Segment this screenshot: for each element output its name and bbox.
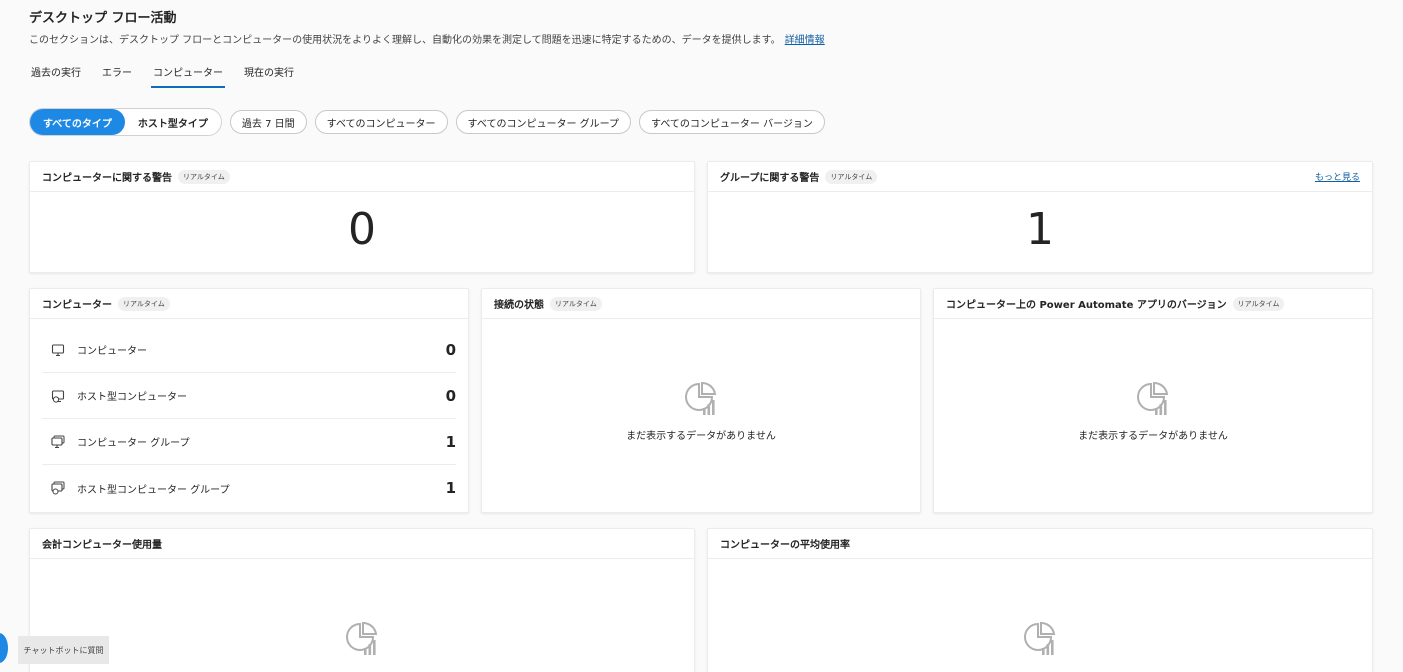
row-value: 0 (445, 340, 456, 359)
list-item: コンピューター 0 (42, 327, 456, 373)
card-header: コンピューター リアルタイム (30, 289, 468, 319)
card-header: グループに関する警告 リアルタイム もっと見る (708, 162, 1372, 192)
description-text: このセクションは、デスクトップ フローとコンピューターの使用状況をよりよく理解し… (29, 35, 781, 46)
empty-state (708, 621, 1372, 661)
tab-computers[interactable]: コンピューター (151, 62, 225, 88)
groups-filter[interactable]: すべてのコンピューター グループ (455, 110, 632, 134)
empty-state: まだ表示するデータがありません (482, 381, 920, 442)
monitor-icon (51, 343, 65, 357)
card-title: コンピューター (42, 300, 112, 311)
see-more-link[interactable]: もっと見る (1315, 170, 1360, 183)
computer-alerts-count: 0 (348, 204, 376, 255)
list-item: ホスト型コンピューター 0 (42, 373, 456, 419)
empty-chart-icon (344, 621, 380, 661)
group-alerts-count: 1 (1026, 204, 1054, 255)
computers-card: コンピューター リアルタイム コンピューター 0 ホスト型コンピューター 0 コ… (29, 288, 469, 513)
computer-stats-list: コンピューター 0 ホスト型コンピューター 0 コンピューター グループ 1 ホ… (42, 327, 456, 511)
card-title: コンピューター上の Power Automate アプリのバージョン (946, 300, 1227, 311)
average-usage-card: コンピューターの平均使用率 (707, 528, 1373, 672)
period-filter[interactable]: 過去 7 日間 (229, 110, 307, 134)
row-value: 0 (445, 386, 456, 405)
versions-filter[interactable]: すべてのコンピューター バージョン (639, 110, 825, 134)
page-description: このセクションは、デスクトップ フローとコンピューターの使用状況をよりよく理解し… (29, 31, 825, 46)
row-value: 1 (445, 432, 456, 451)
row-value: 1 (445, 479, 456, 497)
empty-chart-icon (1135, 381, 1171, 421)
monitor-group-icon (51, 435, 65, 449)
chatbot-button[interactable]: チャットボットに質問 (18, 636, 109, 664)
card-header: 会計コンピューター使用量 (30, 529, 694, 559)
computers-filter[interactable]: すべてのコンピューター (314, 110, 448, 134)
realtime-badge: リアルタイム (118, 296, 170, 311)
row-label: ホスト型コンピューター グループ (77, 484, 230, 496)
chatbot-launcher[interactable] (0, 633, 8, 663)
group-alerts-card: グループに関する警告 リアルタイム もっと見る 1 (707, 161, 1373, 273)
card-title: 接続の状態 (494, 300, 544, 311)
row-label: コンピューター グループ (77, 438, 190, 449)
row-label: コンピューター (77, 346, 147, 357)
learn-more-link[interactable]: 詳細情報 (785, 35, 825, 46)
total-usage-card: 会計コンピューター使用量 (29, 528, 695, 672)
empty-message: まだ表示するデータがありません (1078, 431, 1228, 442)
list-item: コンピューター グループ 1 (42, 419, 456, 465)
empty-chart-icon (683, 381, 719, 421)
tab-past-runs[interactable]: 過去の実行 (29, 62, 83, 88)
card-title: コンピューターに関する警告 (42, 173, 172, 184)
empty-message: まだ表示するデータがありません (626, 431, 776, 442)
hosted-type-button[interactable]: ホスト型タイプ (125, 109, 221, 135)
computer-alerts-card: コンピューターに関する警告 リアルタイム 0 (29, 161, 695, 273)
card-header: コンピューターに関する警告 リアルタイム (30, 162, 694, 192)
empty-state: まだ表示するデータがありません (934, 381, 1372, 442)
card-header: 接続の状態 リアルタイム (482, 289, 920, 319)
card-header: コンピューター上の Power Automate アプリのバージョン リアルタイ… (934, 289, 1372, 319)
page-title: デスクトップ フロー活動 (29, 11, 177, 26)
tab-errors[interactable]: エラー (100, 62, 134, 88)
filter-bar: すべてのタイプ ホスト型タイプ 過去 7 日間 すべてのコンピューター すべての… (29, 108, 825, 136)
card-title: 会計コンピューター使用量 (42, 540, 162, 551)
empty-state (30, 621, 694, 661)
card-title: コンピューターの平均使用率 (720, 540, 850, 551)
all-types-button[interactable]: すべてのタイプ (30, 109, 125, 135)
realtime-badge: リアルタイム (825, 169, 878, 184)
type-toggle: すべてのタイプ ホスト型タイプ (29, 108, 222, 136)
tab-current-runs[interactable]: 現在の実行 (242, 62, 296, 88)
list-item: ホスト型コンピューター グループ 1 (42, 465, 456, 511)
realtime-badge: リアルタイム (1232, 296, 1285, 311)
app-version-card: コンピューター上の Power Automate アプリのバージョン リアルタイ… (933, 288, 1373, 513)
empty-chart-icon (1022, 621, 1058, 661)
hosted-monitor-icon (51, 389, 65, 403)
connection-status-card: 接続の状態 リアルタイム まだ表示するデータがありません (481, 288, 921, 513)
row-label: ホスト型コンピューター (77, 392, 187, 403)
card-header: コンピューターの平均使用率 (708, 529, 1372, 559)
realtime-badge: リアルタイム (550, 296, 602, 311)
tab-bar: 過去の実行 エラー コンピューター 現在の実行 (29, 62, 313, 88)
card-title: グループに関する警告 (720, 173, 820, 184)
hosted-group-icon (51, 481, 65, 495)
realtime-badge: リアルタイム (178, 169, 230, 184)
